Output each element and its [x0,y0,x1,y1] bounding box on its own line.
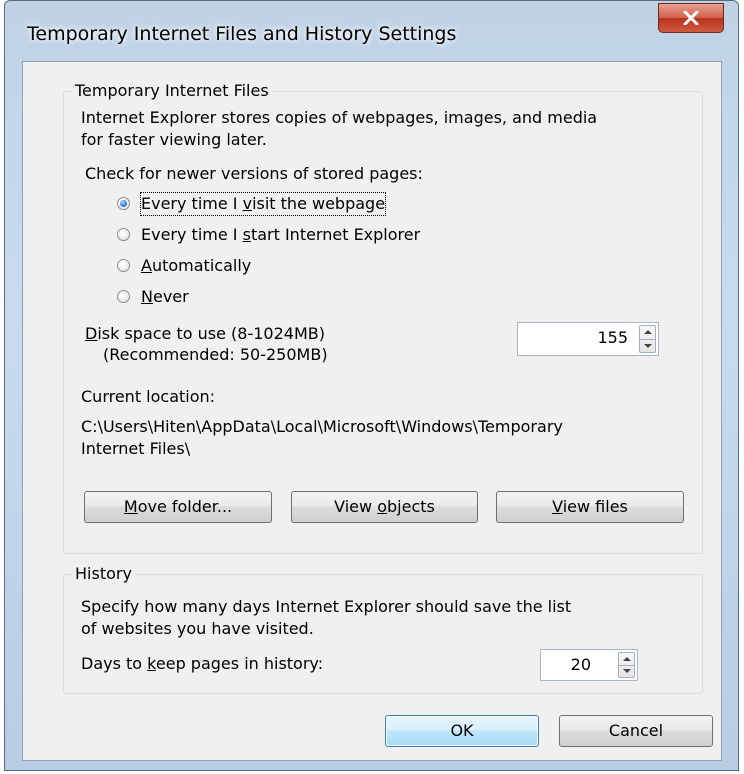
radio-never-label[interactable]: Never [141,286,189,308]
spin-up-icon[interactable] [623,657,631,661]
tif-group-label: Temporary Internet Files [72,81,272,101]
current-location-path-line1: C:\Users\Hiten\AppData\Local\Microsoft\W… [81,417,563,436]
current-location-label: Current location: [81,387,216,406]
days-to-keep-stepper[interactable]: 20 [540,649,638,681]
radio-icon[interactable] [117,259,130,272]
disk-space-value[interactable]: 155 [597,328,628,348]
ok-button[interactable]: OK [385,715,539,747]
history-description-line1: Specify how many days Internet Explorer … [81,597,572,616]
disk-space-label: Disk space to use (8-1024MB) [85,324,325,343]
close-button[interactable] [658,3,724,33]
tif-group: Temporary Internet Files Internet Explor… [63,81,703,554]
days-to-keep-label: Days to keep pages in history: [81,654,324,673]
spin-down-icon[interactable] [644,344,652,348]
history-group-label: History [72,564,135,584]
cancel-button[interactable]: Cancel [559,715,713,747]
spin-down-icon[interactable] [623,669,631,673]
radio-icon[interactable] [117,197,130,210]
view-objects-button[interactable]: View objects [291,491,478,523]
radio-every-start-label[interactable]: Every time I start Internet Explorer [141,224,420,246]
radio-icon[interactable] [117,228,130,241]
dialog-window: Temporary Internet Files and History Set… [4,0,739,771]
tif-description-line1: Internet Explorer stores copies of webpa… [81,108,598,127]
history-group: History Specify how many days Internet E… [63,564,703,694]
view-files-button[interactable]: View files [496,491,684,523]
disk-space-stepper[interactable]: 155 [517,322,659,356]
window-title: Temporary Internet Files and History Set… [27,23,457,45]
title-bar[interactable]: Temporary Internet Files and History Set… [5,1,738,61]
disk-space-spin-buttons[interactable] [639,325,656,353]
move-folder-button[interactable]: Move folder... [84,491,272,523]
dialog-client-area: Temporary Internet Files Internet Explor… [22,61,722,761]
radio-automatically-label[interactable]: Automatically [141,255,251,277]
current-location-path-line2: Internet Files\ [81,439,191,458]
history-description-line2: of websites you have visited. [81,619,314,638]
days-to-keep-value[interactable]: 20 [571,655,591,675]
radio-icon[interactable] [117,290,130,303]
radio-every-visit-label[interactable]: Every time I visit the webpage [139,192,387,216]
close-icon [683,11,699,25]
days-spin-buttons[interactable] [618,652,635,678]
check-newer-label: Check for newer versions of stored pages… [85,164,423,183]
disk-space-recommended: (Recommended: 50-250MB) [103,345,328,364]
spin-up-icon[interactable] [644,330,652,334]
tif-description-line2: for faster viewing later. [81,130,267,149]
